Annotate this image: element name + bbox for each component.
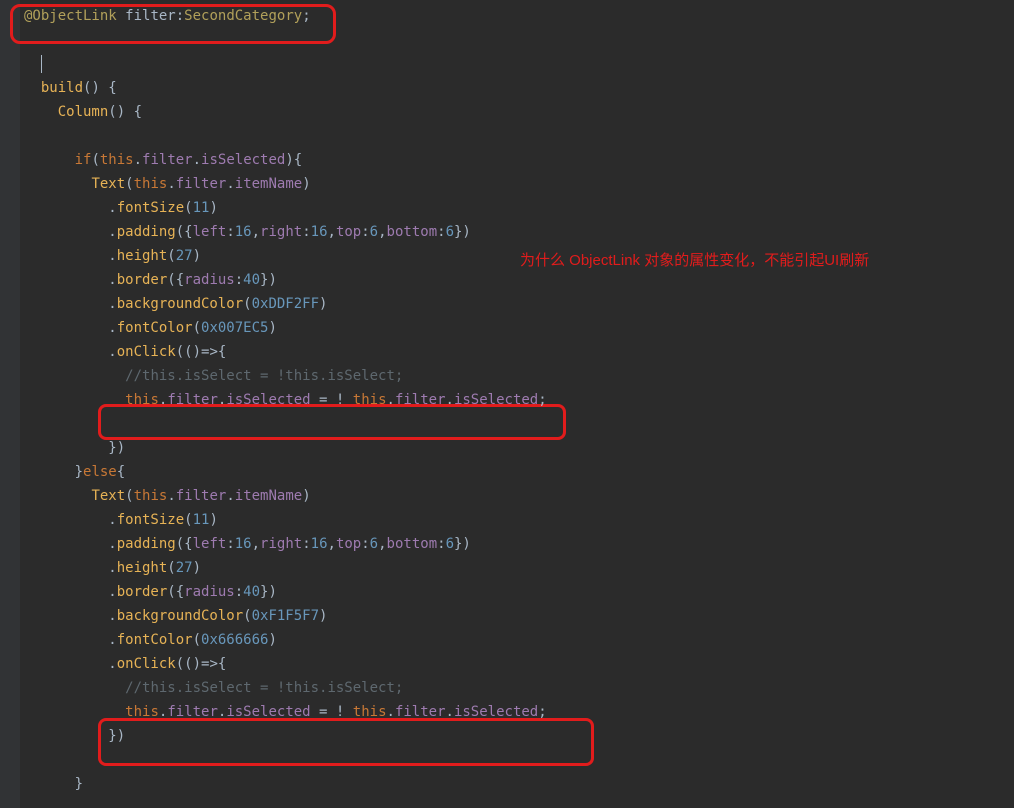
gutter	[0, 0, 20, 808]
code-line[interactable]: .border({radius:40})	[24, 580, 1014, 604]
code-line[interactable]	[24, 412, 1014, 436]
code-line[interactable]: @ObjectLink filter:SecondCategory;	[24, 4, 1014, 28]
code-line[interactable]: .fontColor(0x666666)	[24, 628, 1014, 652]
code-line[interactable]: .backgroundColor(0xF1F5F7)	[24, 604, 1014, 628]
code-line[interactable]: build() {	[24, 76, 1014, 100]
code-line[interactable]: this.filter.isSelected = ! this.filter.i…	[24, 700, 1014, 724]
code-editor[interactable]: 为什么 ObjectLink 对象的属性变化，不能引起UI刷新 @ObjectL…	[0, 0, 1014, 808]
text-cursor	[41, 55, 42, 73]
code-line[interactable]: .height(27)	[24, 556, 1014, 580]
code-line[interactable]	[24, 124, 1014, 148]
code-line[interactable]: .backgroundColor(0xDDF2FF)	[24, 292, 1014, 316]
code-line[interactable]: //this.isSelect = !this.isSelect;	[24, 364, 1014, 388]
code-line[interactable]: })	[24, 436, 1014, 460]
code-line[interactable]	[24, 52, 1014, 76]
code-line[interactable]: .fontSize(11)	[24, 508, 1014, 532]
code-line[interactable]	[24, 748, 1014, 772]
code-line[interactable]: }	[24, 772, 1014, 796]
code-line[interactable]: .padding({left:16,right:16,top:6,bottom:…	[24, 220, 1014, 244]
code-line[interactable]: .fontColor(0x007EC5)	[24, 316, 1014, 340]
code-line[interactable]: }else{	[24, 460, 1014, 484]
code-line[interactable]: .fontSize(11)	[24, 196, 1014, 220]
code-line[interactable]: .padding({left:16,right:16,top:6,bottom:…	[24, 532, 1014, 556]
code-line[interactable]: //this.isSelect = !this.isSelect;	[24, 676, 1014, 700]
code-line[interactable]: Column() {	[24, 100, 1014, 124]
code-line[interactable]: })	[24, 724, 1014, 748]
code-line[interactable]: if(this.filter.isSelected){	[24, 148, 1014, 172]
code-line[interactable]: Text(this.filter.itemName)	[24, 484, 1014, 508]
code-line[interactable]: .onClick(()=>{	[24, 652, 1014, 676]
code-line[interactable]: .height(27)	[24, 244, 1014, 268]
code-line[interactable]: .onClick(()=>{	[24, 340, 1014, 364]
code-line[interactable]: Text(this.filter.itemName)	[24, 172, 1014, 196]
code-content[interactable]: @ObjectLink filter:SecondCategory; build…	[20, 0, 1014, 796]
code-line[interactable]	[24, 28, 1014, 52]
code-line[interactable]: this.filter.isSelected = ! this.filter.i…	[24, 388, 1014, 412]
code-line[interactable]: .border({radius:40})	[24, 268, 1014, 292]
